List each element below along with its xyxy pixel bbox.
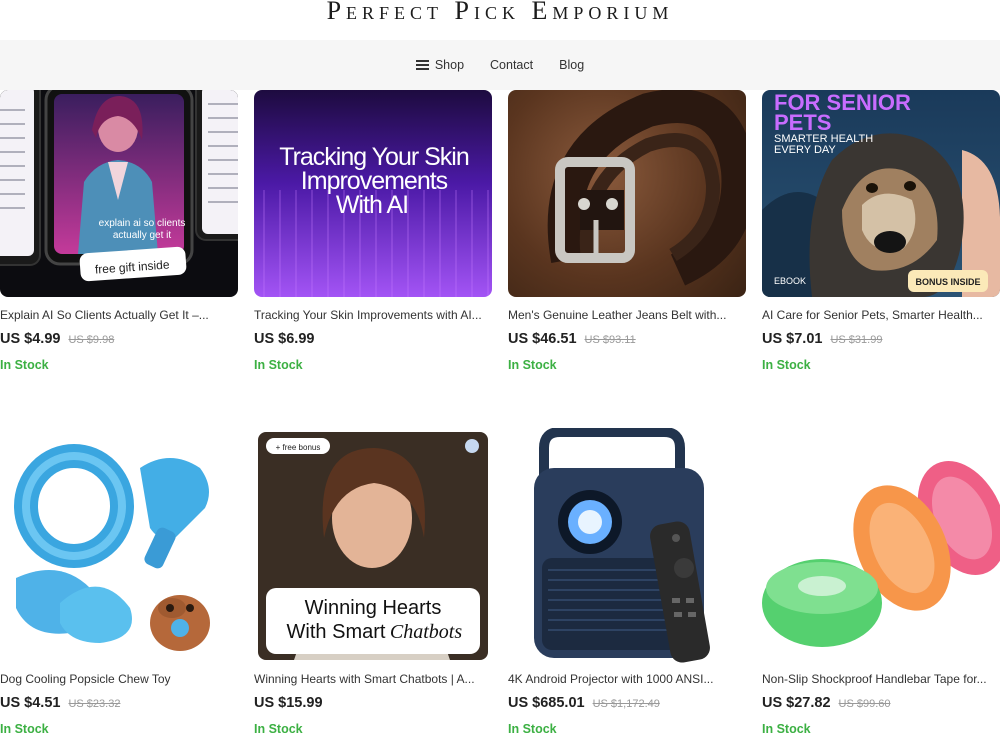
menu-icon: [415, 60, 429, 70]
product-old-price: US $23.32: [68, 698, 121, 710]
nav-shop[interactable]: Shop: [403, 58, 477, 72]
product-title[interactable]: Winning Hearts with Smart Chatbots | A..…: [254, 672, 492, 686]
product-price: US $4.51: [0, 695, 61, 711]
product-price: US $685.01: [508, 695, 585, 711]
stock-status: In Stock: [0, 722, 49, 736]
product-image[interactable]: [762, 428, 1000, 663]
image-bonus: BONUS INSIDE: [915, 277, 980, 287]
stock-status: In Stock: [254, 722, 303, 736]
product-title[interactable]: Explain AI So Clients Actually Get It –.…: [0, 308, 238, 322]
product-card[interactable]: Non-Slip Shockproof Handlebar Tape for..…: [762, 428, 1000, 736]
stock-status: In Stock: [0, 358, 49, 372]
product-title[interactable]: Dog Cooling Popsicle Chew Toy: [0, 672, 238, 686]
product-image[interactable]: [508, 90, 746, 297]
image-headline2: PETS: [774, 110, 831, 135]
nav-contact[interactable]: Contact: [477, 58, 546, 72]
image-ebook: EBOOK: [774, 276, 806, 286]
stock-status: In Stock: [508, 358, 557, 372]
product-image[interactable]: [0, 428, 238, 663]
product-price: US $46.51: [508, 331, 577, 347]
image-sub2: EVERY DAY: [774, 144, 836, 156]
product-image[interactable]: Tracking Your Skin Improvements With AI: [254, 90, 492, 297]
product-price: US $6.99: [254, 331, 315, 347]
nav-blog[interactable]: Blog: [546, 58, 597, 72]
product-card[interactable]: 4K Android Projector with 1000 ANSI... U…: [508, 428, 746, 736]
product-image[interactable]: + free bonus Winning Hearts With Smart C…: [254, 428, 492, 663]
product-title[interactable]: Non-Slip Shockproof Handlebar Tape for..…: [762, 672, 1000, 686]
stock-status: In Stock: [508, 722, 557, 736]
main-nav: Shop Contact Blog: [0, 40, 1000, 90]
image-text-line2: With Smart: [287, 621, 386, 643]
nav-shop-label: Shop: [434, 58, 465, 72]
product-old-price: US $93.11: [584, 334, 636, 346]
store-logo[interactable]: Perfect Pick Emporium: [0, 0, 1000, 34]
product-old-price: US $1,172.49: [592, 698, 660, 710]
product-price: US $27.82: [762, 695, 831, 711]
image-badge: + free bonus: [276, 443, 321, 452]
product-old-price: US $9.98: [68, 334, 115, 346]
product-image[interactable]: explain ai so clients actually get it fr…: [0, 90, 238, 297]
stock-status: In Stock: [762, 358, 811, 372]
product-card[interactable]: Tracking Your Skin Improvements With AI …: [254, 90, 492, 372]
product-card[interactable]: explain ai so clients actually get it fr…: [0, 90, 238, 372]
product-card[interactable]: Dog Cooling Popsicle Chew Toy US $4.51 US…: [0, 428, 238, 736]
product-image[interactable]: [508, 428, 746, 663]
product-title[interactable]: Tracking Your Skin Improvements with AI.…: [254, 308, 492, 322]
image-text-line3: With AI: [336, 191, 408, 219]
stock-status: In Stock: [762, 722, 811, 736]
stock-status: In Stock: [254, 358, 303, 372]
image-text-line2b: Chatbots: [390, 621, 462, 643]
image-text-line1: explain ai so clients: [99, 218, 186, 229]
product-old-price: US $99.60: [838, 698, 891, 710]
product-card[interactable]: + free bonus Winning Hearts With Smart C…: [254, 428, 492, 736]
product-price: US $4.99: [0, 331, 61, 347]
product-price: US $15.99: [254, 695, 323, 711]
product-title[interactable]: Men's Genuine Leather Jeans Belt with...: [508, 308, 746, 322]
product-title[interactable]: 4K Android Projector with 1000 ANSI...: [508, 672, 746, 686]
product-old-price: US $31.99: [830, 334, 883, 346]
product-card[interactable]: FOR SENIOR PETS SMARTER HEALTH EVERY DAY…: [762, 90, 1000, 372]
product-price: US $7.01: [762, 331, 823, 347]
image-text-line1: Winning Hearts: [305, 597, 442, 619]
image-text-line2: actually get it: [113, 230, 172, 241]
product-image[interactable]: FOR SENIOR PETS SMARTER HEALTH EVERY DAY…: [762, 90, 1000, 297]
product-title[interactable]: AI Care for Senior Pets, Smarter Health.…: [762, 308, 1000, 322]
product-card[interactable]: Men's Genuine Leather Jeans Belt with...…: [508, 90, 746, 372]
